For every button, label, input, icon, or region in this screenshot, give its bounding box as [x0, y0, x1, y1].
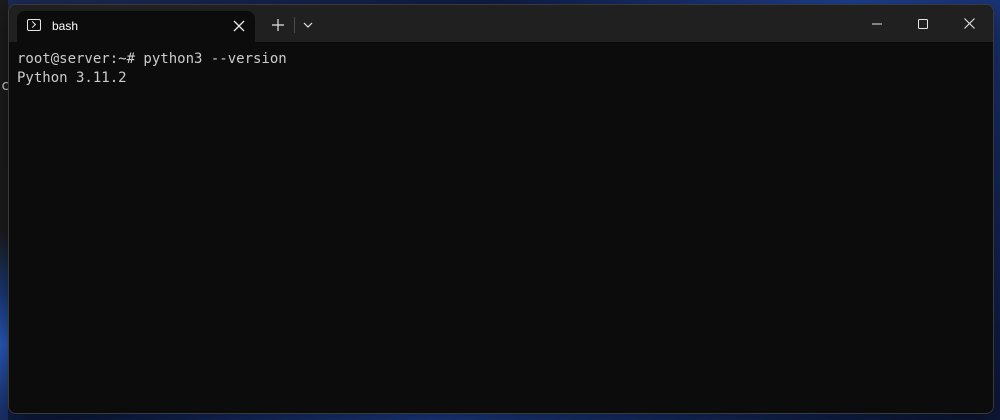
plus-icon[interactable] — [265, 13, 291, 37]
terminal-line: Python 3.11.2 — [17, 70, 127, 86]
tab-bash[interactable]: bash — [17, 11, 255, 42]
terminal-line: root@server:~# python3 --version — [17, 51, 287, 67]
terminal-output[interactable]: root@server:~# python3 --version Python … — [9, 42, 993, 413]
tab-title: bash — [52, 19, 79, 33]
maximize-icon[interactable] — [900, 5, 946, 42]
close-icon[interactable] — [946, 5, 992, 42]
title-bar[interactable]: bash — [9, 5, 993, 42]
chevron-down-icon[interactable] — [296, 13, 320, 37]
desktop-background-edge — [0, 0, 8, 420]
tab-close-icon[interactable] — [228, 15, 250, 37]
tab-separator — [294, 17, 295, 33]
terminal-icon — [27, 19, 41, 31]
minimize-icon[interactable] — [854, 5, 900, 42]
terminal-window: bash root@server:~# python3 --version Py… — [8, 4, 994, 414]
